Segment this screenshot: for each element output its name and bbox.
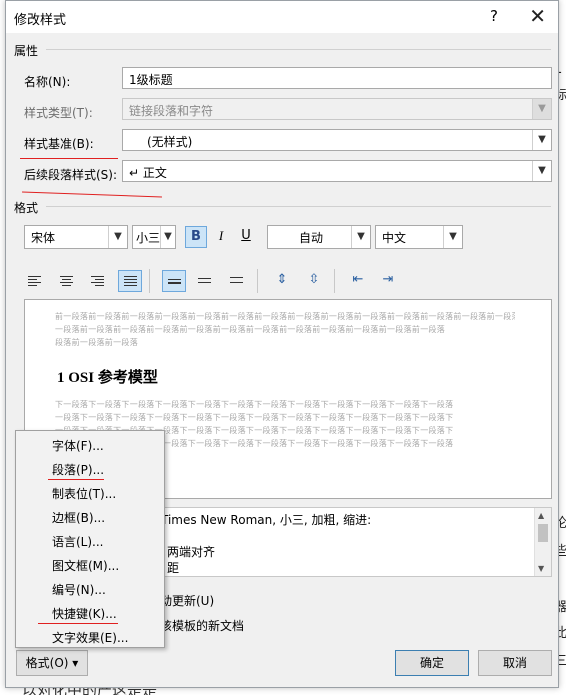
- new-documents-option[interactable]: 该模板的新文档: [160, 617, 244, 634]
- format-section-label: 格式: [14, 201, 39, 215]
- previous-paragraph-text: 一段落前一段落前一段落前一段落前一段落前一段落前一段落前一段落前一段落前一段落前…: [55, 325, 446, 334]
- chevron-down-icon[interactable]: ▼: [160, 226, 175, 248]
- menu-item-border[interactable]: 边框(B)...: [52, 509, 105, 526]
- description-line: 距: [167, 561, 180, 575]
- help-button[interactable]: ?: [490, 7, 498, 25]
- menu-item-text-effects[interactable]: 文字效果(E)...: [52, 629, 128, 646]
- style-name-value: 1级标题: [129, 73, 173, 87]
- underline-button[interactable]: U: [235, 226, 257, 248]
- italic-button[interactable]: I: [210, 226, 232, 248]
- menu-item-font[interactable]: 字体(F)...: [52, 437, 104, 454]
- based-on-label: 样式基准(B):: [24, 137, 94, 151]
- next-style-select[interactable]: ↵ 正文 ▼: [122, 160, 552, 182]
- style-name-input[interactable]: 1级标题: [122, 67, 552, 89]
- decrease-indent-icon[interactable]: ⇤: [346, 270, 370, 292]
- font-value: 宋体: [31, 231, 56, 245]
- style-type-label: 样式类型(T):: [24, 106, 93, 120]
- previous-paragraph-text: 段落前一段落前一段落: [55, 338, 138, 347]
- increase-spacing-icon[interactable]: ⇕: [270, 270, 294, 292]
- font-color-value: 自动: [298, 231, 323, 245]
- based-on-select[interactable]: (无样式) ▼: [122, 129, 552, 151]
- style-type-value: 链接段落和字符: [129, 104, 214, 118]
- font-size-value: 小三: [136, 231, 161, 245]
- chevron-down-icon[interactable]: ▼: [351, 226, 370, 248]
- toolbar-separator: [149, 269, 150, 293]
- script-select[interactable]: 中文 ▼: [375, 225, 463, 249]
- font-color-select[interactable]: 自动 ▼: [267, 225, 371, 249]
- cancel-button[interactable]: 取消: [478, 650, 552, 676]
- next-paragraph-text: 下一段落下一段落下一段落下一段落下一段落下一段落下一段落下一段落下一段落下一段落…: [55, 400, 454, 409]
- style-name-label: 名称(N):: [24, 75, 71, 89]
- dialog-title: 修改样式: [14, 13, 67, 28]
- chevron-down-icon[interactable]: ▼: [532, 130, 551, 150]
- toolbar-separator: [334, 269, 335, 293]
- align-left-icon[interactable]: [23, 271, 47, 293]
- background-document-bottom: 以对化中的产这是是: [0, 687, 566, 695]
- justify-icon[interactable]: [118, 270, 142, 292]
- chevron-down-icon[interactable]: ▼: [443, 226, 462, 248]
- double-spacing-icon[interactable]: [225, 271, 249, 293]
- red-underline-annotation: [20, 158, 118, 159]
- style-type-select: 链接段落和字符 ▼: [122, 98, 552, 120]
- chevron-down-icon[interactable]: ▼: [108, 226, 127, 248]
- description-line: Times New Roman, 小三, 加粗, 缩进:: [161, 513, 372, 527]
- menu-item-numbering[interactable]: 编号(N)...: [52, 581, 106, 598]
- preview-heading: 1 OSI 参考模型: [57, 370, 158, 386]
- description-scrollbar[interactable]: ▲ ▼: [534, 508, 551, 576]
- scrollbar-thumb[interactable]: [538, 524, 548, 542]
- one-half-spacing-icon[interactable]: [193, 271, 217, 293]
- format-menu-button[interactable]: 格式(O) ▾: [16, 650, 88, 676]
- bold-button[interactable]: B: [185, 226, 207, 248]
- red-underline-annotation: [38, 623, 118, 624]
- toolbar-separator: [257, 269, 258, 293]
- red-underline-annotation: [22, 191, 162, 198]
- menu-item-language[interactable]: 语言(L)...: [52, 533, 104, 550]
- properties-section-label: 属性: [14, 44, 39, 58]
- dialog-titlebar: 修改样式 ? ✕: [6, 1, 558, 33]
- section-divider: [46, 206, 551, 207]
- red-underline-annotation: [48, 479, 104, 480]
- auto-update-option[interactable]: 动更新(U): [160, 592, 214, 609]
- previous-paragraph-text: 前一段落前一段落前一段落前一段落前一段落前一段落前一段落前一段落前一段落前一段落…: [55, 312, 515, 321]
- script-value: 中文: [382, 231, 407, 245]
- chevron-down-icon[interactable]: ▼: [532, 161, 551, 181]
- based-on-value: (无样式): [147, 135, 193, 149]
- next-style-value: ↵ 正文: [129, 166, 167, 180]
- menu-item-paragraph[interactable]: 段落(P)...: [52, 461, 104, 478]
- decrease-spacing-icon[interactable]: ⇳: [302, 270, 326, 292]
- section-divider: [46, 49, 551, 50]
- menu-item-shortcut-key[interactable]: 快捷键(K)...: [52, 605, 117, 622]
- font-select[interactable]: 宋体 ▼: [24, 225, 128, 249]
- align-center-icon[interactable]: [55, 271, 79, 293]
- background-text: 以对化中的产这是是: [22, 687, 157, 695]
- menu-item-frame[interactable]: 图文框(M)...: [52, 557, 119, 574]
- single-spacing-icon[interactable]: [162, 270, 186, 292]
- ok-button[interactable]: 确定: [395, 650, 469, 676]
- menu-item-tabs[interactable]: 制表位(T)...: [52, 485, 116, 502]
- scroll-down-icon[interactable]: ▼: [538, 564, 544, 573]
- description-line: 两端对齐: [167, 545, 216, 559]
- close-button[interactable]: ✕: [529, 4, 546, 28]
- scroll-up-icon[interactable]: ▲: [538, 511, 544, 520]
- next-style-label: 后续段落样式(S):: [24, 168, 118, 182]
- increase-indent-icon[interactable]: ⇥: [376, 270, 400, 292]
- format-popup-menu: 字体(F)... 段落(P)... 制表位(T)... 边框(B)... 语言(…: [15, 430, 165, 648]
- chevron-down-icon: ▼: [532, 99, 551, 119]
- align-right-icon[interactable]: [86, 271, 110, 293]
- next-paragraph-text: 一段落下一段落下一段落下一段落下一段落下一段落下一段落下一段落下一段落下一段落下…: [55, 413, 454, 422]
- font-size-select[interactable]: 小三 ▼: [132, 225, 176, 249]
